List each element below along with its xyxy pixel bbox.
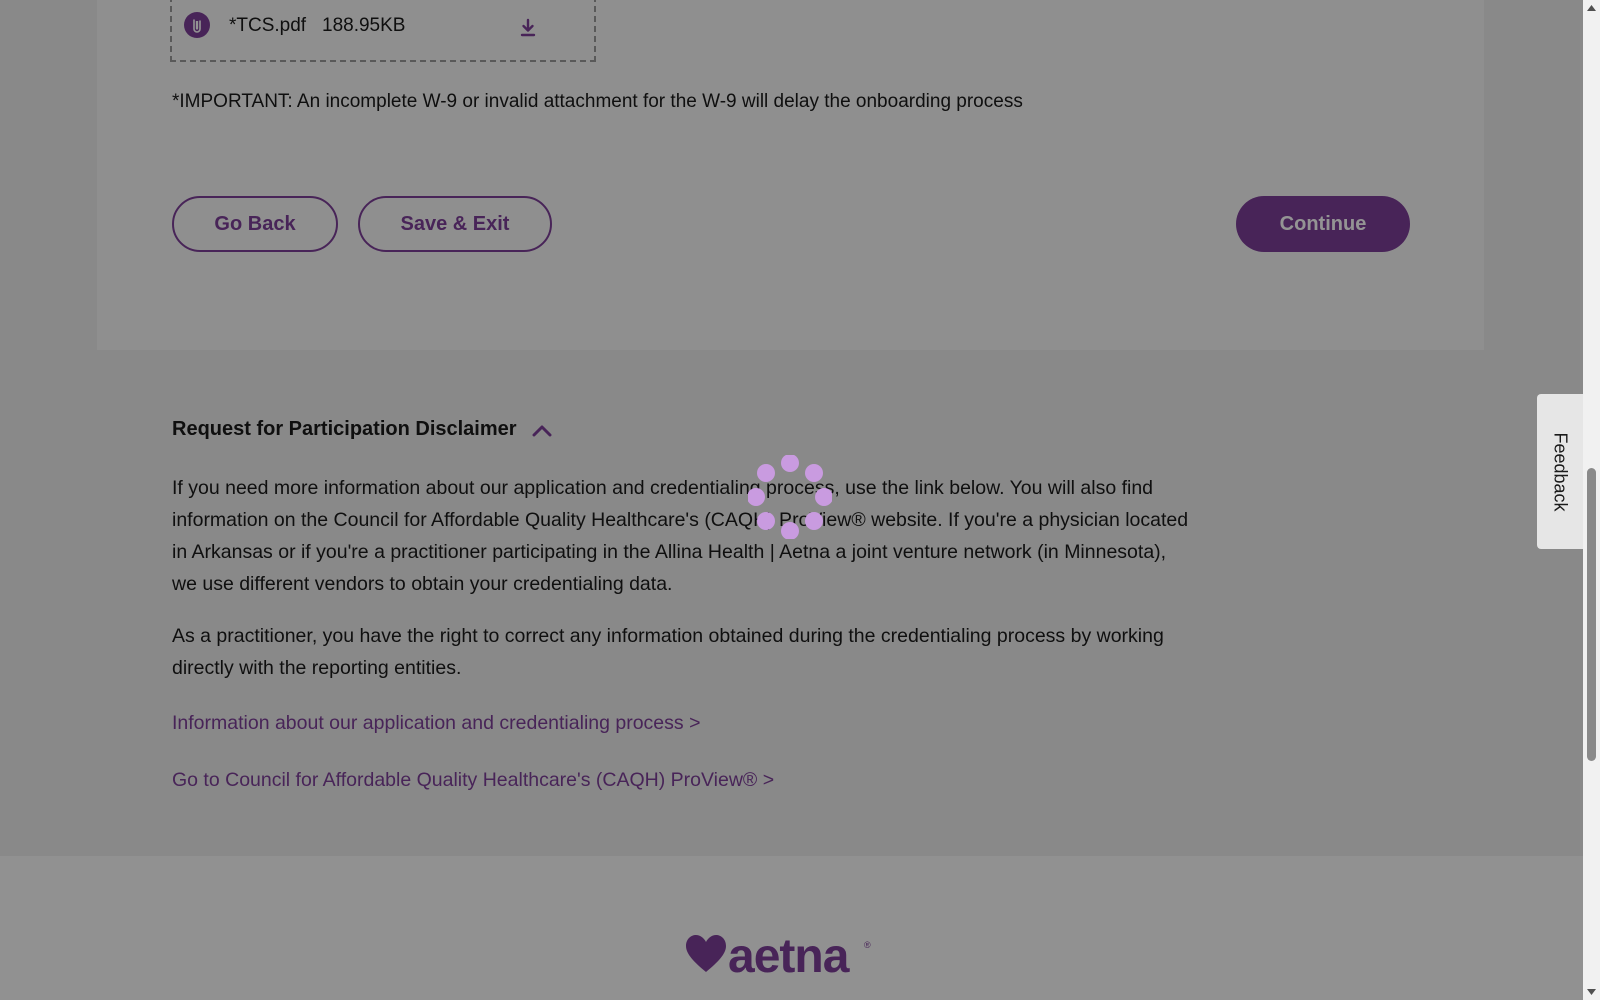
scroll-up-arrow-icon[interactable] [1583,0,1600,17]
credentialing-info-link[interactable]: Information about our application and cr… [172,712,700,735]
disclaimer-paragraph-1: If you need more information about our a… [172,477,1189,595]
loading-spinner-icon [747,454,833,540]
aetna-logo-text: aetna [728,934,850,980]
disclaimer-title[interactable]: Request for Participation Disclaimer [172,418,517,441]
save-exit-button[interactable]: Save & Exit [358,196,552,252]
download-icon[interactable] [518,17,538,39]
scroll-down-arrow-icon[interactable] [1583,983,1600,1000]
paperclip-icon [184,12,210,38]
feedback-label: Feedback [1550,431,1571,512]
chevron-up-icon[interactable] [532,424,552,438]
feedback-tab[interactable]: Feedback [1537,394,1583,549]
aetna-logo[interactable]: aetna ® [686,930,876,983]
attachment-file-size: 188.95KB [322,15,406,36]
continue-button[interactable]: Continue [1236,196,1410,252]
go-back-button[interactable]: Go Back [172,196,338,252]
scrollbar[interactable] [1583,0,1600,1000]
scrollbar-thumb[interactable] [1587,468,1596,761]
disclaimer-paragraph-2: As a practitioner, you have the right to… [172,625,1164,679]
important-note: *IMPORTANT: An incomplete W-9 or invalid… [172,91,1023,112]
attachment-file-name: *TCS.pdf [229,15,307,36]
aetna-logo-mark: ® [864,940,871,950]
caqh-proview-link[interactable]: Go to Council for Affordable Quality Hea… [172,769,774,792]
attachment-box: *TCS.pdf 188.95KB [170,0,596,62]
